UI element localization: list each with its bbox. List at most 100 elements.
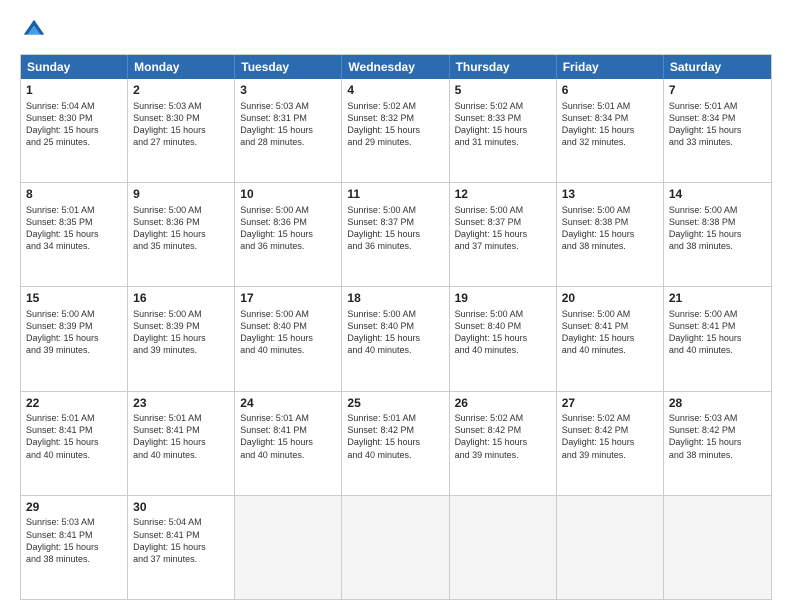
calendar-cell: 10Sunrise: 5:00 AM Sunset: 8:36 PM Dayli…: [235, 183, 342, 286]
header-day-thursday: Thursday: [450, 55, 557, 79]
calendar-cell: [557, 496, 664, 599]
day-info: Sunrise: 5:00 AM Sunset: 8:37 PM Dayligh…: [347, 204, 443, 253]
calendar-cell: 24Sunrise: 5:01 AM Sunset: 8:41 PM Dayli…: [235, 392, 342, 495]
header-day-tuesday: Tuesday: [235, 55, 342, 79]
day-number: 1: [26, 83, 122, 99]
day-info: Sunrise: 5:03 AM Sunset: 8:31 PM Dayligh…: [240, 100, 336, 149]
header: [20, 16, 772, 44]
calendar-row-5: 29Sunrise: 5:03 AM Sunset: 8:41 PM Dayli…: [21, 495, 771, 599]
calendar-cell: 18Sunrise: 5:00 AM Sunset: 8:40 PM Dayli…: [342, 287, 449, 390]
day-info: Sunrise: 5:01 AM Sunset: 8:34 PM Dayligh…: [562, 100, 658, 149]
calendar-cell: 8Sunrise: 5:01 AM Sunset: 8:35 PM Daylig…: [21, 183, 128, 286]
calendar-cell: 7Sunrise: 5:01 AM Sunset: 8:34 PM Daylig…: [664, 79, 771, 182]
day-number: 23: [133, 396, 229, 412]
calendar-cell: [342, 496, 449, 599]
day-info: Sunrise: 5:01 AM Sunset: 8:41 PM Dayligh…: [133, 412, 229, 461]
day-number: 12: [455, 187, 551, 203]
day-number: 18: [347, 291, 443, 307]
calendar-cell: 15Sunrise: 5:00 AM Sunset: 8:39 PM Dayli…: [21, 287, 128, 390]
calendar-row-4: 22Sunrise: 5:01 AM Sunset: 8:41 PM Dayli…: [21, 391, 771, 495]
day-info: Sunrise: 5:01 AM Sunset: 8:41 PM Dayligh…: [26, 412, 122, 461]
calendar-row-3: 15Sunrise: 5:00 AM Sunset: 8:39 PM Dayli…: [21, 286, 771, 390]
calendar-cell: 29Sunrise: 5:03 AM Sunset: 8:41 PM Dayli…: [21, 496, 128, 599]
day-number: 4: [347, 83, 443, 99]
day-number: 30: [133, 500, 229, 516]
day-info: Sunrise: 5:00 AM Sunset: 8:38 PM Dayligh…: [669, 204, 766, 253]
day-number: 10: [240, 187, 336, 203]
header-day-saturday: Saturday: [664, 55, 771, 79]
day-info: Sunrise: 5:02 AM Sunset: 8:42 PM Dayligh…: [455, 412, 551, 461]
day-info: Sunrise: 5:01 AM Sunset: 8:41 PM Dayligh…: [240, 412, 336, 461]
day-info: Sunrise: 5:00 AM Sunset: 8:39 PM Dayligh…: [26, 308, 122, 357]
day-number: 27: [562, 396, 658, 412]
day-info: Sunrise: 5:00 AM Sunset: 8:39 PM Dayligh…: [133, 308, 229, 357]
day-info: Sunrise: 5:00 AM Sunset: 8:40 PM Dayligh…: [347, 308, 443, 357]
logo-icon: [20, 16, 48, 44]
calendar-cell: 14Sunrise: 5:00 AM Sunset: 8:38 PM Dayli…: [664, 183, 771, 286]
calendar-cell: 21Sunrise: 5:00 AM Sunset: 8:41 PM Dayli…: [664, 287, 771, 390]
day-info: Sunrise: 5:03 AM Sunset: 8:42 PM Dayligh…: [669, 412, 766, 461]
calendar-header: SundayMondayTuesdayWednesdayThursdayFrid…: [21, 55, 771, 79]
calendar-cell: 13Sunrise: 5:00 AM Sunset: 8:38 PM Dayli…: [557, 183, 664, 286]
day-info: Sunrise: 5:00 AM Sunset: 8:41 PM Dayligh…: [562, 308, 658, 357]
day-info: Sunrise: 5:01 AM Sunset: 8:42 PM Dayligh…: [347, 412, 443, 461]
day-info: Sunrise: 5:00 AM Sunset: 8:36 PM Dayligh…: [240, 204, 336, 253]
day-info: Sunrise: 5:00 AM Sunset: 8:36 PM Dayligh…: [133, 204, 229, 253]
calendar-cell: 11Sunrise: 5:00 AM Sunset: 8:37 PM Dayli…: [342, 183, 449, 286]
day-number: 11: [347, 187, 443, 203]
header-day-monday: Monday: [128, 55, 235, 79]
day-info: Sunrise: 5:03 AM Sunset: 8:41 PM Dayligh…: [26, 516, 122, 565]
day-number: 29: [26, 500, 122, 516]
day-number: 14: [669, 187, 766, 203]
day-number: 6: [562, 83, 658, 99]
day-info: Sunrise: 5:02 AM Sunset: 8:33 PM Dayligh…: [455, 100, 551, 149]
calendar-cell: 9Sunrise: 5:00 AM Sunset: 8:36 PM Daylig…: [128, 183, 235, 286]
day-info: Sunrise: 5:02 AM Sunset: 8:32 PM Dayligh…: [347, 100, 443, 149]
day-number: 17: [240, 291, 336, 307]
day-info: Sunrise: 5:00 AM Sunset: 8:40 PM Dayligh…: [240, 308, 336, 357]
day-info: Sunrise: 5:00 AM Sunset: 8:37 PM Dayligh…: [455, 204, 551, 253]
calendar-cell: 22Sunrise: 5:01 AM Sunset: 8:41 PM Dayli…: [21, 392, 128, 495]
day-number: 28: [669, 396, 766, 412]
calendar: SundayMondayTuesdayWednesdayThursdayFrid…: [20, 54, 772, 600]
day-info: Sunrise: 5:00 AM Sunset: 8:41 PM Dayligh…: [669, 308, 766, 357]
calendar-cell: 4Sunrise: 5:02 AM Sunset: 8:32 PM Daylig…: [342, 79, 449, 182]
day-number: 24: [240, 396, 336, 412]
day-number: 13: [562, 187, 658, 203]
day-info: Sunrise: 5:01 AM Sunset: 8:35 PM Dayligh…: [26, 204, 122, 253]
header-day-wednesday: Wednesday: [342, 55, 449, 79]
calendar-cell: 19Sunrise: 5:00 AM Sunset: 8:40 PM Dayli…: [450, 287, 557, 390]
calendar-cell: [235, 496, 342, 599]
day-number: 19: [455, 291, 551, 307]
day-number: 26: [455, 396, 551, 412]
calendar-cell: 12Sunrise: 5:00 AM Sunset: 8:37 PM Dayli…: [450, 183, 557, 286]
calendar-cell: 6Sunrise: 5:01 AM Sunset: 8:34 PM Daylig…: [557, 79, 664, 182]
header-day-friday: Friday: [557, 55, 664, 79]
day-number: 22: [26, 396, 122, 412]
day-number: 15: [26, 291, 122, 307]
calendar-cell: 25Sunrise: 5:01 AM Sunset: 8:42 PM Dayli…: [342, 392, 449, 495]
day-info: Sunrise: 5:04 AM Sunset: 8:41 PM Dayligh…: [133, 516, 229, 565]
calendar-cell: 30Sunrise: 5:04 AM Sunset: 8:41 PM Dayli…: [128, 496, 235, 599]
calendar-cell: 3Sunrise: 5:03 AM Sunset: 8:31 PM Daylig…: [235, 79, 342, 182]
calendar-cell: 1Sunrise: 5:04 AM Sunset: 8:30 PM Daylig…: [21, 79, 128, 182]
logo: [20, 16, 52, 44]
calendar-body: 1Sunrise: 5:04 AM Sunset: 8:30 PM Daylig…: [21, 79, 771, 599]
day-info: Sunrise: 5:00 AM Sunset: 8:38 PM Dayligh…: [562, 204, 658, 253]
calendar-cell: 2Sunrise: 5:03 AM Sunset: 8:30 PM Daylig…: [128, 79, 235, 182]
day-number: 25: [347, 396, 443, 412]
day-info: Sunrise: 5:00 AM Sunset: 8:40 PM Dayligh…: [455, 308, 551, 357]
day-number: 21: [669, 291, 766, 307]
calendar-cell: [664, 496, 771, 599]
day-number: 2: [133, 83, 229, 99]
day-number: 7: [669, 83, 766, 99]
calendar-cell: 5Sunrise: 5:02 AM Sunset: 8:33 PM Daylig…: [450, 79, 557, 182]
calendar-cell: 23Sunrise: 5:01 AM Sunset: 8:41 PM Dayli…: [128, 392, 235, 495]
day-number: 3: [240, 83, 336, 99]
calendar-cell: 17Sunrise: 5:00 AM Sunset: 8:40 PM Dayli…: [235, 287, 342, 390]
day-info: Sunrise: 5:01 AM Sunset: 8:34 PM Dayligh…: [669, 100, 766, 149]
calendar-cell: 28Sunrise: 5:03 AM Sunset: 8:42 PM Dayli…: [664, 392, 771, 495]
day-number: 5: [455, 83, 551, 99]
day-number: 8: [26, 187, 122, 203]
calendar-cell: 27Sunrise: 5:02 AM Sunset: 8:42 PM Dayli…: [557, 392, 664, 495]
